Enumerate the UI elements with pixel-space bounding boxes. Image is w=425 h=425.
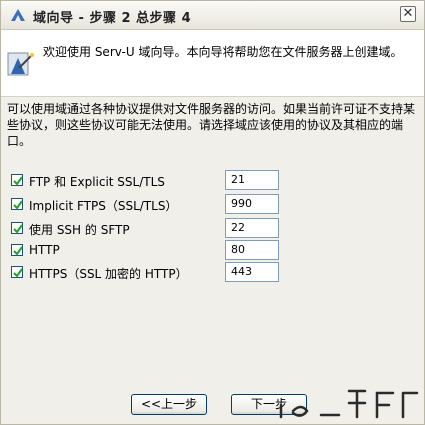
wizard-icon [11,9,25,21]
wizard-window: 域向导 - 步骤 2 总步骤 4 ✕ 欢迎使用 Serv-U 域向导。本向导将帮… [0,0,425,425]
protocol-description: 可以使用域通过各种协议提供对文件服务器的访问。如果当前许可证不支持某些协议，则这… [7,102,416,148]
welcome-banner: 欢迎使用 Serv-U 域向导。本向导将帮助您在文件服务器上创建域。 [1,30,424,97]
https-checkbox[interactable] [11,266,23,278]
back-button[interactable]: <<上一步 [131,394,207,415]
watermark-graphic [279,389,419,419]
sftp-checkbox[interactable] [11,222,23,234]
window-title: 域向导 - 步骤 2 总步骤 4 [33,11,192,26]
close-icon: ✕ [402,6,414,21]
https-label: HTTPS（SSL 加密的 HTTP） [29,267,188,281]
banner-text: 欢迎使用 Serv-U 域向导。本向导将帮助您在文件服务器上创建域。 [43,45,403,59]
checkmark-icon [13,224,23,234]
ftp-port-input[interactable]: 21 [225,170,279,190]
ftp-checkbox[interactable] [11,174,23,186]
checkmark-icon [13,246,23,256]
http-checkbox[interactable] [11,244,23,256]
title-bar[interactable]: 域向导 - 步骤 2 总步骤 4 ✕ [1,1,424,30]
close-button[interactable]: ✕ [400,6,416,22]
ftp-label: FTP 和 Explicit SSL/TLS [29,175,165,189]
sftp-port-input[interactable]: 22 [225,218,279,238]
checkmark-icon [13,268,23,278]
implicit-ftps-label: Implicit FTPS（SSL/TLS） [29,199,178,213]
implicit-ftps-checkbox[interactable] [11,198,23,210]
checkmark-icon [13,176,23,186]
wizard-wand-icon [7,52,34,76]
http-label: HTTP [29,243,60,257]
https-port-input[interactable]: 443 [225,262,279,282]
implicit-ftps-port-input[interactable]: 990 [225,194,279,214]
checkmark-icon [13,200,23,210]
sftp-label: 使用 SSH 的 SFTP [29,223,130,237]
http-port-input[interactable]: 80 [225,240,279,260]
